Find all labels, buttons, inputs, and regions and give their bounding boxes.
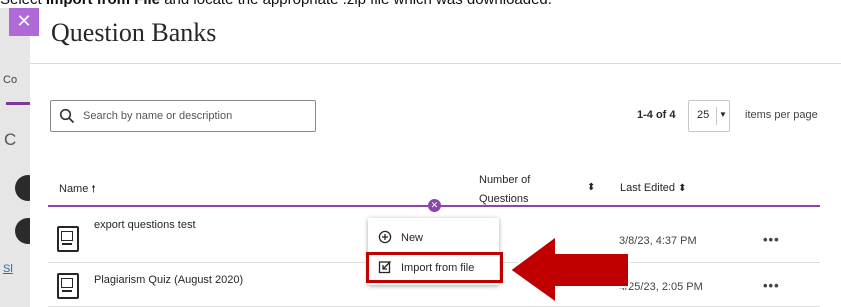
- close-panel-button[interactable]: ✕: [9, 8, 39, 36]
- background-page: Co C Sl: [0, 8, 41, 307]
- search-input[interactable]: [83, 101, 309, 131]
- chevron-down-icon: ▼: [719, 110, 727, 119]
- per-page-label: items per page: [745, 109, 818, 121]
- search-box[interactable]: [50, 100, 316, 132]
- background-heading: C: [4, 130, 17, 149]
- close-icon: ✕: [16, 11, 32, 31]
- table-row-name[interactable]: export questions test: [94, 219, 196, 231]
- question-bank-icon: [57, 273, 79, 299]
- arrow-pointer-icon: [508, 234, 630, 304]
- instruction-text: Select Import from File and locate the a…: [0, 0, 552, 8]
- more-options-icon[interactable]: •••: [763, 278, 780, 293]
- sort-updown-icon[interactable]: ⬍: [587, 182, 595, 193]
- table-row-name[interactable]: Plagiarism Quiz (August 2020): [94, 274, 243, 286]
- page-title: Question Banks: [51, 18, 217, 47]
- new-plus-icon: [378, 230, 392, 244]
- column-header-name[interactable]: Name 🠕: [59, 182, 96, 199]
- column-header-last-edited[interactable]: Last Edited ⬍: [620, 182, 687, 194]
- add-circle-icon[interactable]: ✕: [428, 199, 441, 212]
- more-options-icon[interactable]: •••: [763, 232, 780, 247]
- pagination-range: 1-4 of 4: [637, 109, 676, 121]
- search-icon: [59, 108, 75, 124]
- sort-up-icon: 🠕: [91, 184, 96, 195]
- per-page-select[interactable]: 25 ▼: [688, 100, 730, 132]
- per-page-value: 25: [697, 109, 710, 121]
- annotation-highlight-box: [366, 252, 503, 283]
- background-tab: Co: [3, 74, 18, 86]
- question-banks-panel: Question Banks 1-4 of 4 25 ▼ items per p…: [30, 8, 841, 307]
- menu-item-new[interactable]: New: [368, 225, 499, 251]
- column-header-number-of-questions[interactable]: Number of Questions: [479, 171, 530, 209]
- background-tab-indicator: [6, 102, 30, 105]
- select-divider: [716, 107, 717, 125]
- sort-updown-icon: ⬍: [678, 183, 687, 194]
- title-divider: [30, 63, 841, 64]
- instruction-bold: Import from File: [46, 0, 160, 8]
- question-bank-icon: [57, 226, 79, 252]
- background-link: Sl: [3, 263, 13, 275]
- menu-item-label: New: [401, 232, 424, 244]
